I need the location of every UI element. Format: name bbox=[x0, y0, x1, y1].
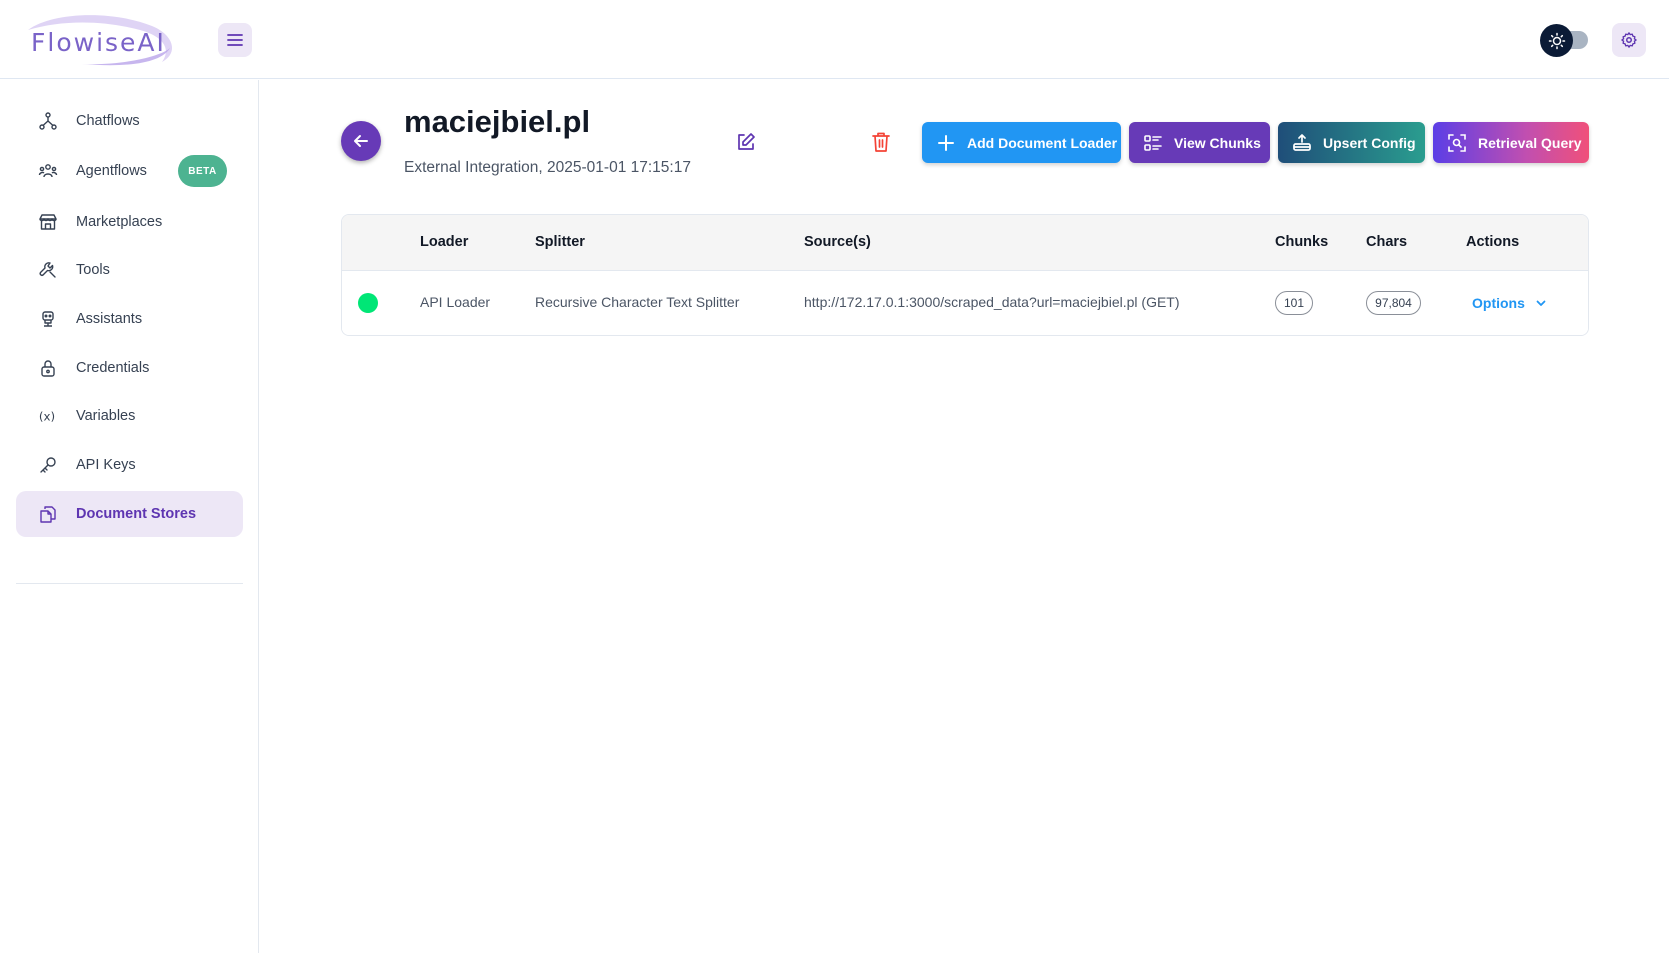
view-chunks-button[interactable]: View Chunks bbox=[1129, 122, 1270, 163]
delete-store-button[interactable] bbox=[868, 129, 894, 155]
splitter-cell: Recursive Character Text Splitter bbox=[535, 294, 740, 310]
upload-icon bbox=[1291, 132, 1313, 154]
plus-icon bbox=[935, 132, 957, 154]
view-chunks-label: View Chunks bbox=[1174, 134, 1261, 151]
page-title: maciejbiel.pl bbox=[404, 104, 591, 139]
sidebar-item-assistants[interactable]: Assistants bbox=[16, 296, 243, 342]
retrieval-query-label: Retrieval Query bbox=[1478, 134, 1582, 151]
lock-icon bbox=[38, 358, 58, 378]
upsert-config-label: Upsert Config bbox=[1323, 134, 1416, 151]
status-indicator bbox=[358, 293, 378, 313]
sidebar-item-credentials[interactable]: Credentials bbox=[16, 345, 243, 391]
page-subtitle: External Integration, 2025-01-01 17:15:1… bbox=[404, 159, 691, 176]
sidebar-item-label: Chatflows bbox=[76, 113, 140, 129]
column-header-sources: Source(s) bbox=[804, 234, 871, 250]
upsert-config-button[interactable]: Upsert Config bbox=[1278, 122, 1425, 163]
chunks-count-chip: 101 bbox=[1275, 291, 1313, 315]
app-header: FlowiseAI bbox=[0, 0, 1669, 79]
svg-text:(x): (x) bbox=[39, 410, 55, 424]
sidebar-item-label: Document Stores bbox=[76, 506, 197, 522]
key-icon bbox=[38, 455, 58, 475]
source-cell: http://172.17.0.1:3000/scraped_data?url=… bbox=[804, 294, 1180, 310]
options-label: Options bbox=[1472, 295, 1525, 311]
sidebar-item-label: Assistants bbox=[76, 311, 143, 327]
sidebar-item-variables[interactable]: (x) Variables bbox=[16, 393, 243, 439]
trash-icon bbox=[872, 132, 890, 152]
hamburger-icon bbox=[227, 34, 243, 46]
edit-store-button[interactable] bbox=[733, 129, 759, 155]
table-header: Loader Splitter Source(s) Chunks Chars A… bbox=[342, 215, 1588, 271]
column-header-actions: Actions bbox=[1466, 234, 1520, 250]
sidebar-item-label: Agentflows bbox=[76, 163, 147, 179]
sidebar-item-api-keys[interactable]: API Keys bbox=[16, 442, 243, 488]
assistant-icon bbox=[38, 309, 58, 329]
column-header-loader: Loader bbox=[420, 234, 469, 250]
variables-icon: (x) bbox=[38, 406, 58, 426]
dark-mode-toggle[interactable] bbox=[1540, 22, 1590, 58]
sun-icon bbox=[1548, 32, 1565, 49]
loader-cell: API Loader bbox=[420, 294, 491, 310]
table-row[interactable]: API Loader Recursive Character Text Spli… bbox=[342, 271, 1588, 335]
scan-search-icon bbox=[1446, 132, 1468, 154]
sidebar-item-document-stores[interactable]: Document Stores bbox=[16, 491, 243, 537]
tools-icon bbox=[38, 260, 58, 280]
sidebar-divider bbox=[16, 583, 243, 584]
marketplace-icon bbox=[38, 212, 58, 232]
column-header-splitter: Splitter bbox=[535, 234, 585, 250]
gear-icon bbox=[1621, 32, 1637, 48]
sidebar-item-chatflows[interactable]: Chatflows bbox=[16, 98, 243, 144]
add-document-loader-label: Add Document Loader bbox=[967, 134, 1118, 151]
document-stores-icon bbox=[38, 504, 58, 524]
retrieval-query-button[interactable]: Retrieval Query bbox=[1433, 122, 1589, 163]
sidebar-item-label: API Keys bbox=[76, 457, 136, 473]
edit-icon bbox=[738, 133, 755, 150]
agentflows-icon bbox=[38, 161, 58, 181]
menu-toggle-button[interactable] bbox=[218, 23, 252, 57]
sidebar-item-agentflows[interactable]: Agentflows BETA bbox=[16, 148, 243, 194]
toggle-knob bbox=[1540, 24, 1573, 57]
document-loaders-table: Loader Splitter Source(s) Chunks Chars A… bbox=[341, 214, 1589, 336]
add-document-loader-button[interactable]: Add Document Loader bbox=[922, 122, 1121, 163]
sidebar-item-tools[interactable]: Tools bbox=[16, 247, 243, 293]
logo-text: FlowiseAI bbox=[31, 28, 166, 57]
sidebar-item-label: Credentials bbox=[76, 360, 150, 376]
settings-button[interactable] bbox=[1612, 23, 1646, 57]
arrow-left-icon bbox=[354, 135, 368, 147]
flowise-logo[interactable]: FlowiseAI bbox=[22, 12, 182, 66]
options-dropdown-button[interactable]: Options bbox=[1472, 291, 1547, 315]
sidebar-item-label: Tools bbox=[76, 262, 110, 278]
column-header-chars: Chars bbox=[1366, 234, 1408, 250]
chevron-down-icon bbox=[1535, 297, 1547, 309]
back-button[interactable] bbox=[341, 121, 381, 161]
sidebar: Chatflows Agentflows BETA Marketplaces T… bbox=[0, 80, 259, 953]
chars-count-chip: 97,804 bbox=[1366, 291, 1421, 315]
sidebar-item-label: Marketplaces bbox=[76, 214, 163, 230]
beta-badge: BETA bbox=[178, 155, 227, 187]
sidebar-item-label: Variables bbox=[76, 408, 136, 424]
list-details-icon bbox=[1142, 132, 1164, 154]
sidebar-item-marketplaces[interactable]: Marketplaces bbox=[16, 199, 243, 245]
chatflows-icon bbox=[38, 111, 58, 131]
column-header-chunks: Chunks bbox=[1275, 234, 1329, 250]
